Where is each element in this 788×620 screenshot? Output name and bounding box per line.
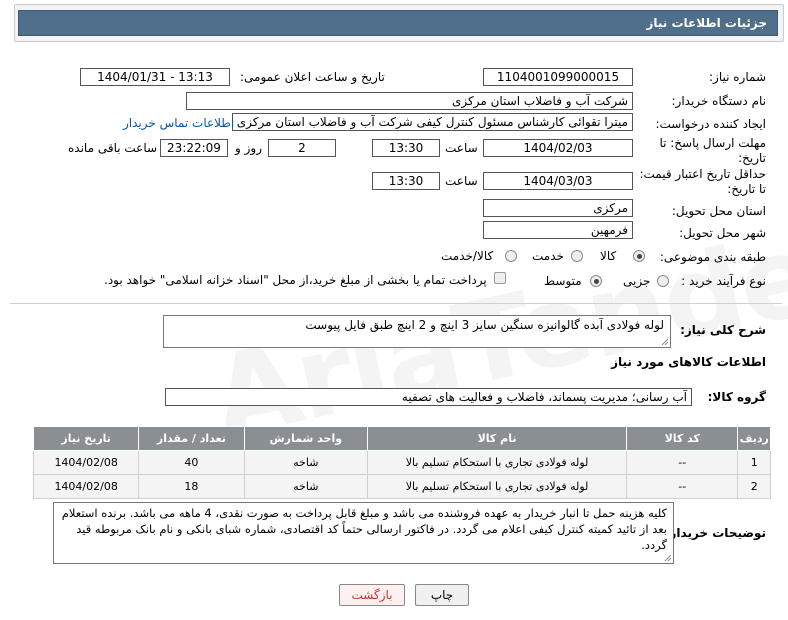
cell-need-date: 1404/02/08 [32, 450, 140, 475]
city-field[interactable]: فرمهین [483, 221, 633, 239]
col-header-goods-code: کد کالا [626, 426, 739, 451]
buyer-notes-text: کلیه هزینه حمل تا انبار خریدار به عهده ف… [61, 506, 667, 552]
announce-datetime-label: تاریخ و ساعت اعلان عمومی: [240, 70, 385, 84]
price-validity-time-label: ساعت [445, 174, 478, 188]
items-table: ردیف کد کالا نام کالا واحد شمارش تعداد /… [32, 426, 771, 499]
back-button[interactable]: بازگشت [339, 584, 405, 606]
reply-deadline-time-field[interactable]: 13:30 [372, 139, 440, 157]
table-row[interactable]: 2 -- لوله فولادی تجاری با استحکام تسلیم … [32, 474, 771, 499]
cell-row-number: 2 [737, 474, 771, 499]
remaining-days-field[interactable]: 2 [268, 139, 336, 157]
province-label: استان محل تحویل: [671, 204, 766, 218]
price-validity-label: حداقل تاریخ اعتبار قیمت: تا تاریخ: [639, 167, 766, 196]
cell-goods-name: لوله فولادی تجاری با استحکام تسلیم بالا [367, 474, 628, 499]
section-divider [10, 303, 782, 304]
process-radio-medium[interactable] [590, 275, 602, 287]
cell-unit: شاخه [243, 450, 369, 475]
cell-goods-code: -- [626, 474, 739, 499]
treasury-payment-note: پرداخت تمام یا بخشی از مبلغ خرید،از محل … [104, 273, 487, 287]
cell-need-date: 1404/02/08 [32, 474, 140, 499]
category-radio-goods[interactable] [633, 250, 645, 262]
process-label: نوع فرآیند خرید : [681, 274, 766, 288]
table-header-row: ردیف کد کالا نام کالا واحد شمارش تعداد /… [32, 426, 771, 451]
process-option-minor: جزیی [623, 274, 651, 288]
description-text: لوله فولادی آبده گالوانیزه سنگین سایز 3 … [305, 318, 664, 332]
resize-grip-icon[interactable] [663, 553, 671, 561]
buyer-notes-label: توضیحات خریدار: [664, 526, 766, 540]
goods-group-label: گروه کالا: [707, 390, 766, 404]
cell-quantity: 18 [138, 474, 245, 499]
category-option-service: خدمت [532, 249, 564, 263]
col-header-row-number: ردیف [737, 426, 771, 451]
category-radio-service[interactable] [571, 250, 583, 262]
creator-field[interactable]: میترا تقوائی کارشناس مسئول کنترل کیفی شر… [232, 113, 633, 131]
need-number-label: شماره نیاز: [709, 70, 766, 84]
col-header-quantity: تعداد / مقدار [138, 426, 245, 451]
reply-deadline-date-field[interactable]: 1404/02/03 [483, 139, 633, 157]
col-header-goods-name: نام کالا [367, 426, 628, 451]
creator-label: ایجاد کننده درخواست: [655, 117, 766, 131]
cell-row-number: 1 [737, 450, 771, 475]
cell-goods-name: لوله فولادی تجاری با استحکام تسلیم بالا [367, 450, 628, 475]
goods-section-title: اطلاعات کالاهای مورد نیاز [611, 355, 766, 369]
page-title: جزئیات اطلاعات نیاز [18, 10, 778, 36]
remaining-time-field[interactable]: 23:22:09 [160, 139, 228, 157]
announce-datetime-field[interactable]: 1404/01/31 - 13:13 [80, 68, 230, 86]
table-row[interactable]: 1 -- لوله فولادی تجاری با استحکام تسلیم … [32, 450, 771, 475]
description-field[interactable]: لوله فولادی آبده گالوانیزه سنگین سایز 3 … [163, 315, 671, 348]
category-option-goods: کالا [600, 249, 617, 263]
city-label: شهر محل تحویل: [679, 226, 766, 240]
buyer-notes-field[interactable]: کلیه هزینه حمل تا انبار خریدار به عهده ف… [53, 502, 674, 564]
reply-deadline-time-label: ساعت [445, 141, 478, 155]
need-number-field[interactable]: 1104001099000015 [483, 68, 633, 86]
resize-grip-icon[interactable] [660, 337, 668, 345]
buyer-contact-link[interactable]: اطلاعات تماس خریدار [123, 116, 234, 130]
process-radio-minor[interactable] [657, 275, 669, 287]
remaining-days-label: روز و [235, 141, 262, 155]
category-label: طبقه بندی موضوعی: [659, 250, 766, 264]
price-validity-time-field[interactable]: 13:30 [372, 172, 440, 190]
treasury-payment-checkbox[interactable] [494, 272, 506, 284]
buyer-org-field[interactable]: شرکت آب و فاضلاب استان مرکزی [186, 92, 633, 110]
remaining-time-label: ساعت باقی مانده [68, 141, 158, 155]
goods-group-field[interactable]: آب رسانی؛ مدیریت پسماند، فاضلاب و فعالیت… [165, 388, 692, 406]
col-header-unit: واحد شمارش [243, 426, 369, 451]
price-validity-date-field[interactable]: 1404/03/03 [483, 172, 633, 190]
buyer-org-label: نام دستگاه خریدار: [671, 94, 767, 108]
cell-quantity: 40 [138, 450, 245, 475]
province-field[interactable]: مرکزی [483, 199, 633, 217]
description-label: شرح کلی نیاز: [680, 323, 766, 337]
cell-goods-code: -- [626, 450, 739, 475]
process-option-medium: متوسط [544, 274, 582, 288]
category-radio-goods-service[interactable] [505, 250, 517, 262]
print-button[interactable]: چاپ [415, 584, 469, 606]
category-option-goods-service: کالا/خدمت [441, 249, 494, 263]
col-header-need-date: تاریخ نیاز [32, 426, 140, 451]
cell-unit: شاخه [243, 474, 369, 499]
reply-deadline-label: مهلت ارسال پاسخ: تا تاریخ: [659, 136, 766, 165]
